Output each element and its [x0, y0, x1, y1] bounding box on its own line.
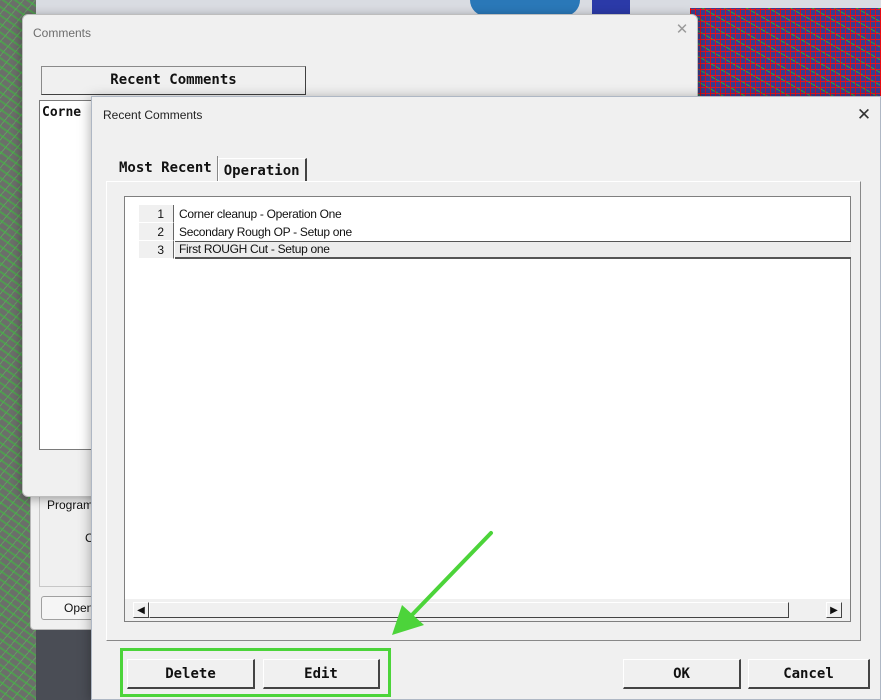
horizontal-scrollbar[interactable]: ◀ ▶: [125, 599, 850, 621]
scroll-left-icon[interactable]: ◀: [133, 602, 149, 618]
list-row-selected[interactable]: 3 First ROUGH Cut - Setup one: [139, 241, 851, 259]
row-index: 3: [139, 241, 174, 259]
comments-window-title: Comments: [33, 26, 92, 40]
edit-button[interactable]: Edit: [263, 659, 380, 689]
recent-comments-button[interactable]: Recent Comments: [41, 66, 306, 95]
list-row[interactable]: 2 Secondary Rough OP - Setup one: [139, 223, 851, 241]
ok-button[interactable]: OK: [623, 659, 741, 689]
tab-operation[interactable]: Operation: [217, 158, 307, 182]
row-text: Secondary Rough OP - Setup one: [179, 225, 352, 239]
cancel-button[interactable]: Cancel: [748, 659, 870, 689]
recent-comments-dialog: Recent Comments ✕ Most Recent Operation …: [91, 96, 881, 700]
comment-textarea[interactable]: Corne: [39, 100, 95, 450]
row-text: Corner cleanup - Operation One: [179, 207, 342, 221]
comments-list[interactable]: 1 Corner cleanup - Operation One 2 Secon…: [124, 196, 851, 622]
list-row[interactable]: 1 Corner cleanup - Operation One: [139, 205, 851, 223]
tab-panel: 1 Corner cleanup - Operation One 2 Secon…: [106, 181, 861, 641]
row-text: First ROUGH Cut - Setup one: [175, 241, 851, 259]
tab-strip: Most Recent Operation: [114, 155, 307, 182]
row-index: 2: [139, 223, 174, 241]
program-label: Program: [47, 498, 94, 512]
tab-most-recent[interactable]: Most Recent: [114, 155, 217, 181]
row-index: 1: [139, 205, 174, 223]
scroll-right-icon[interactable]: ▶: [826, 602, 842, 618]
dialog-title: Recent Comments: [103, 108, 203, 122]
close-icon[interactable]: ✕: [673, 21, 691, 39]
close-icon[interactable]: ✕: [854, 105, 874, 125]
comment-text: Corne: [42, 105, 82, 120]
delete-button[interactable]: Delete: [127, 659, 255, 689]
scroll-track[interactable]: [149, 602, 789, 618]
